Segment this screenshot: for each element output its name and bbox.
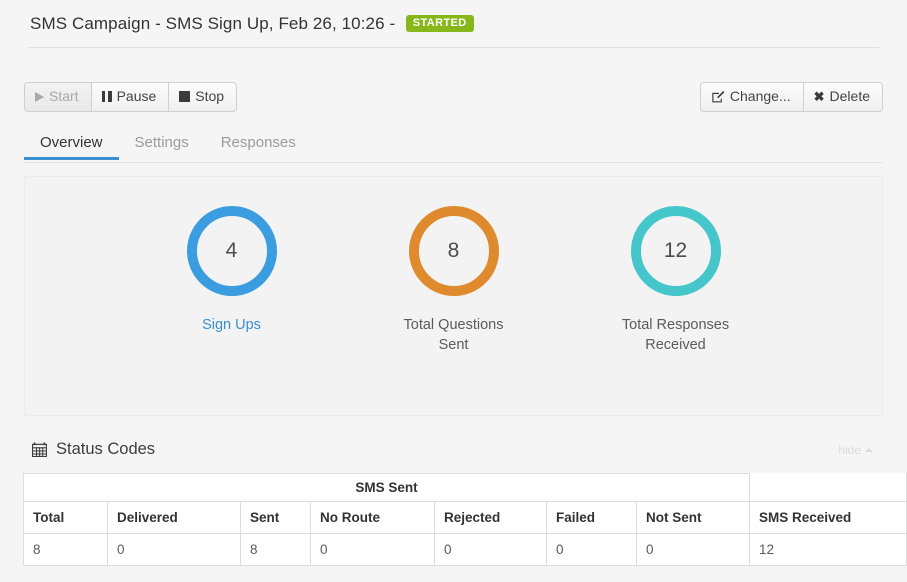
play-icon [35, 92, 44, 102]
status-badge: STARTED [406, 15, 474, 32]
status-codes-header: Status Codes hide [32, 440, 883, 459]
change-button[interactable]: Change... [700, 82, 803, 112]
status-codes-table: SMS Sent Total Delivered Sent No Route R… [23, 473, 907, 566]
stat-ring-group: 4 Sign Ups 8 Total Questions Sent 12 Tot… [25, 177, 882, 355]
change-button-label: Change... [730, 88, 791, 105]
title-bar: SMS Campaign - SMS Sign Up, Feb 26, 10:2… [0, 0, 907, 33]
column-header-not-sent: Not Sent [637, 502, 750, 534]
hide-toggle[interactable]: hide [838, 443, 883, 457]
start-button-label: Start [49, 88, 79, 105]
total-questions-sent-label: Total Questions Sent [369, 315, 539, 355]
cell-total: 8 [24, 534, 108, 566]
pause-button-label: Pause [117, 88, 157, 105]
column-header-total: Total [24, 502, 108, 534]
pause-icon [102, 91, 112, 102]
column-header-sent: Sent [241, 502, 311, 534]
total-responses-received-value: 12 [664, 239, 687, 263]
stop-button[interactable]: Stop [168, 82, 237, 112]
total-questions-sent-ring: 8 [409, 206, 499, 296]
cell-delivered: 0 [108, 534, 241, 566]
column-header-delivered: Delivered [108, 502, 241, 534]
total-responses-received-label-line1: Total Responses [622, 317, 729, 333]
stat-sign-ups: 4 Sign Ups [147, 206, 317, 355]
stat-total-responses-received: 12 Total Responses Received [591, 206, 761, 355]
total-responses-received-label-line2: Received [645, 337, 705, 353]
delete-button[interactable]: ✖ Delete [803, 82, 883, 112]
pause-button[interactable]: Pause [91, 82, 169, 112]
hide-toggle-label: hide [838, 443, 861, 457]
total-questions-sent-value: 8 [448, 239, 460, 263]
table-column-header-row: Total Delivered Sent No Route Rejected F… [24, 502, 907, 534]
chevron-up-icon [865, 448, 873, 452]
tab-bar: Overview Settings Responses [24, 130, 883, 163]
table-grid-icon [32, 442, 47, 457]
column-header-sms-received: SMS Received [750, 502, 907, 534]
cell-sent: 8 [241, 534, 311, 566]
sign-ups-ring: 4 [187, 206, 277, 296]
sign-ups-value: 4 [226, 239, 238, 263]
tab-responses-label: Responses [221, 134, 296, 151]
cell-failed: 0 [547, 534, 637, 566]
stop-button-label: Stop [195, 88, 224, 105]
cell-sms-received: 12 [750, 534, 907, 566]
cell-rejected: 0 [435, 534, 547, 566]
playback-button-group: Start Pause Stop [24, 82, 237, 112]
column-header-rejected: Rejected [435, 502, 547, 534]
stop-icon [179, 91, 190, 102]
total-questions-sent-label-line1: Total Questions [404, 317, 504, 333]
page-title: SMS Campaign - SMS Sign Up, Feb 26, 10:2… [30, 14, 395, 34]
status-codes-title-text: Status Codes [56, 440, 155, 459]
toolbar: Start Pause Stop Change... ✖ Delete [0, 82, 907, 112]
column-header-no-route: No Route [311, 502, 435, 534]
total-questions-sent-label-line2: Sent [439, 337, 469, 353]
column-header-failed: Failed [547, 502, 637, 534]
stat-total-questions-sent: 8 Total Questions Sent [369, 206, 539, 355]
close-icon: ✖ [814, 90, 825, 103]
total-responses-received-label: Total Responses Received [591, 315, 761, 355]
group-header-sms-sent: SMS Sent [24, 474, 750, 502]
status-codes-title: Status Codes [32, 440, 155, 459]
pencil-square-icon [711, 90, 725, 104]
start-button[interactable]: Start [24, 82, 91, 112]
edit-button-group: Change... ✖ Delete [700, 82, 883, 112]
tab-settings-label: Settings [135, 134, 189, 151]
cell-not-sent: 0 [637, 534, 750, 566]
tab-overview-label: Overview [40, 134, 103, 151]
title-divider [28, 47, 879, 48]
tab-settings[interactable]: Settings [119, 130, 205, 159]
overview-stats-panel: 4 Sign Ups 8 Total Questions Sent 12 Tot… [24, 176, 883, 416]
sign-ups-link[interactable]: Sign Ups [147, 315, 317, 335]
delete-button-label: Delete [830, 88, 870, 105]
table-group-header-row: SMS Sent [24, 474, 907, 502]
tab-responses[interactable]: Responses [205, 130, 312, 159]
group-header-blank [750, 474, 907, 502]
tab-overview[interactable]: Overview [24, 130, 119, 159]
table-row: 8 0 8 0 0 0 0 12 [24, 534, 907, 566]
total-responses-received-ring: 12 [631, 206, 721, 296]
cell-no-route: 0 [311, 534, 435, 566]
